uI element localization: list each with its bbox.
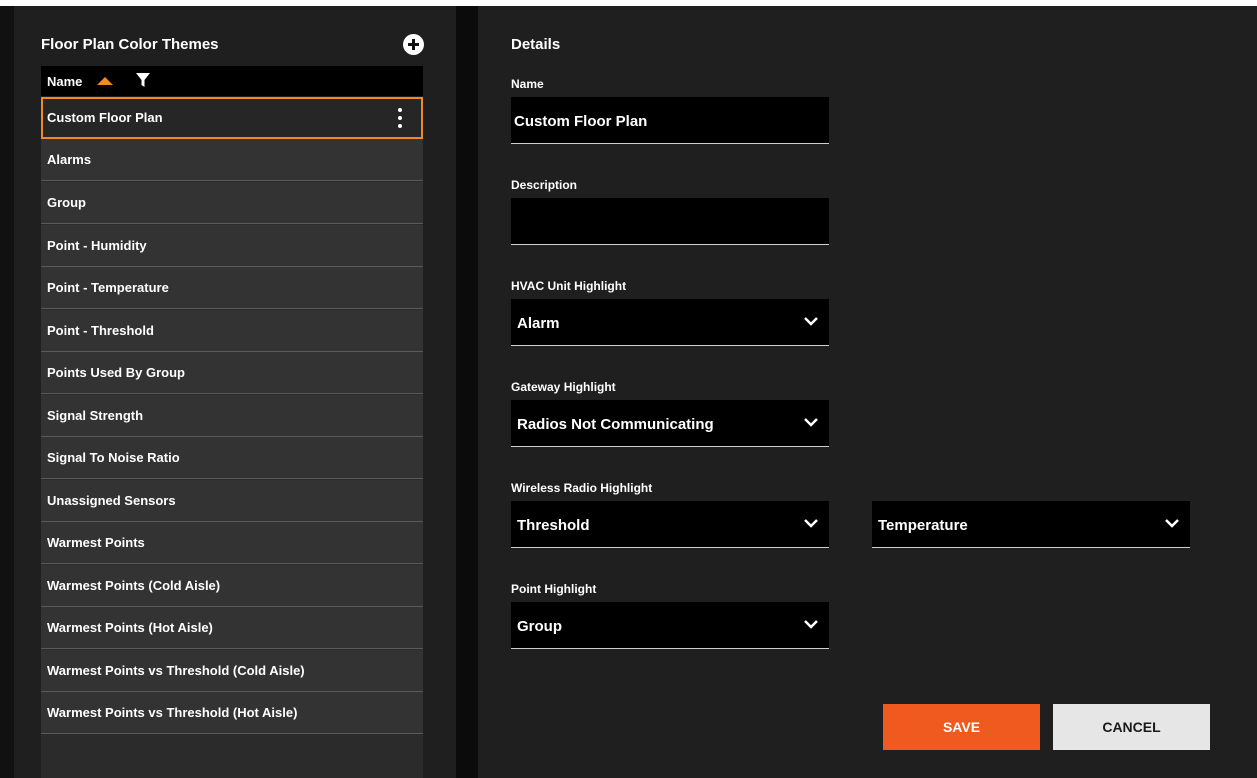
wireless-select-value: Threshold bbox=[517, 517, 590, 534]
point-label: Point Highlight bbox=[511, 582, 597, 596]
list-item-label: Warmest Points bbox=[47, 535, 145, 550]
gateway-select[interactable]: Radios Not Communicating bbox=[511, 400, 829, 447]
themes-title: Floor Plan Color Themes bbox=[41, 36, 219, 53]
wireless-label: Wireless Radio Highlight bbox=[511, 481, 653, 495]
gateway-select-value: Radios Not Communicating bbox=[517, 416, 714, 433]
list-item[interactable]: Custom Floor Plan bbox=[41, 97, 423, 139]
add-theme-button[interactable] bbox=[403, 34, 424, 55]
list-item[interactable]: Warmest Points (Hot Aisle) bbox=[41, 607, 423, 649]
list-item[interactable]: Signal To Noise Ratio bbox=[41, 437, 423, 479]
chevron-down-icon bbox=[1165, 519, 1179, 528]
list-item-label: Points Used By Group bbox=[47, 365, 185, 380]
list-item-label: Custom Floor Plan bbox=[47, 110, 163, 125]
gateway-label: Gateway Highlight bbox=[511, 380, 616, 394]
point-select-value: Group bbox=[517, 618, 562, 635]
list-item[interactable]: Point - Humidity bbox=[41, 225, 423, 267]
list-item-label: Point - Humidity bbox=[47, 238, 147, 253]
details-title: Details bbox=[511, 36, 561, 53]
list-header: Name bbox=[41, 66, 423, 96]
list-item[interactable]: Signal Strength bbox=[41, 395, 423, 437]
list-item[interactable]: Warmest Points (Cold Aisle) bbox=[41, 565, 423, 607]
list-item[interactable]: Warmest Points vs Threshold (Cold Aisle) bbox=[41, 650, 423, 692]
list-item[interactable]: Alarms bbox=[41, 139, 423, 181]
point-select[interactable]: Group bbox=[511, 602, 829, 649]
list-item-label: Group bbox=[47, 195, 86, 210]
list-item-label: Point - Temperature bbox=[47, 280, 169, 295]
list-item-label: Warmest Points (Hot Aisle) bbox=[47, 620, 213, 635]
list-item-label: Alarms bbox=[47, 152, 92, 167]
name-field[interactable]: Custom Floor Plan bbox=[511, 97, 829, 144]
list-item-label: Warmest Points vs Threshold (Cold Aisle) bbox=[47, 663, 305, 678]
list-item[interactable]: Point - Temperature bbox=[41, 267, 423, 309]
panel-divider bbox=[456, 6, 478, 778]
chevron-down-icon bbox=[804, 418, 818, 427]
hvac-select-value: Alarm bbox=[517, 315, 560, 332]
filter-icon[interactable] bbox=[135, 72, 151, 88]
chevron-down-icon bbox=[804, 519, 818, 528]
list-item[interactable]: Point - Threshold bbox=[41, 310, 423, 352]
list-item[interactable]: Warmest Points bbox=[41, 522, 423, 564]
list-item[interactable]: Warmest Points vs Threshold (Hot Aisle) bbox=[41, 692, 423, 734]
wireless-secondary-select-value: Temperature bbox=[878, 517, 968, 534]
list-item[interactable]: Points Used By Group bbox=[41, 352, 423, 394]
list-item-label: Warmest Points vs Threshold (Hot Aisle) bbox=[47, 705, 298, 720]
sort-ascending-icon[interactable] bbox=[97, 77, 113, 85]
wireless-secondary-select[interactable]: Temperature bbox=[872, 501, 1190, 548]
chevron-down-icon bbox=[804, 620, 818, 629]
name-column-header[interactable]: Name bbox=[47, 74, 82, 89]
name-field-value: Custom Floor Plan bbox=[514, 113, 648, 130]
list-item-label: Signal Strength bbox=[47, 408, 144, 423]
wireless-select[interactable]: Threshold bbox=[511, 501, 829, 548]
list-item[interactable]: Group bbox=[41, 182, 423, 224]
hvac-select[interactable]: Alarm bbox=[511, 299, 829, 346]
hvac-label: HVAC Unit Highlight bbox=[511, 279, 627, 293]
list-item-label: Warmest Points (Cold Aisle) bbox=[47, 578, 221, 593]
description-label: Description bbox=[511, 178, 578, 192]
list-item-label: Point - Threshold bbox=[47, 323, 154, 338]
chevron-down-icon bbox=[804, 317, 818, 326]
list-item-label: Unassigned Sensors bbox=[47, 493, 176, 508]
cancel-button[interactable]: CANCEL bbox=[1053, 704, 1210, 750]
list-item-label: Signal To Noise Ratio bbox=[47, 450, 180, 465]
more-options-icon[interactable] bbox=[397, 108, 403, 130]
themes-list: Custom Floor Plan Alarms Group Point - H… bbox=[41, 97, 423, 778]
save-button[interactable]: SAVE bbox=[883, 704, 1040, 750]
name-label: Name bbox=[511, 77, 544, 91]
list-item[interactable]: Unassigned Sensors bbox=[41, 480, 423, 522]
description-field[interactable] bbox=[511, 198, 829, 245]
